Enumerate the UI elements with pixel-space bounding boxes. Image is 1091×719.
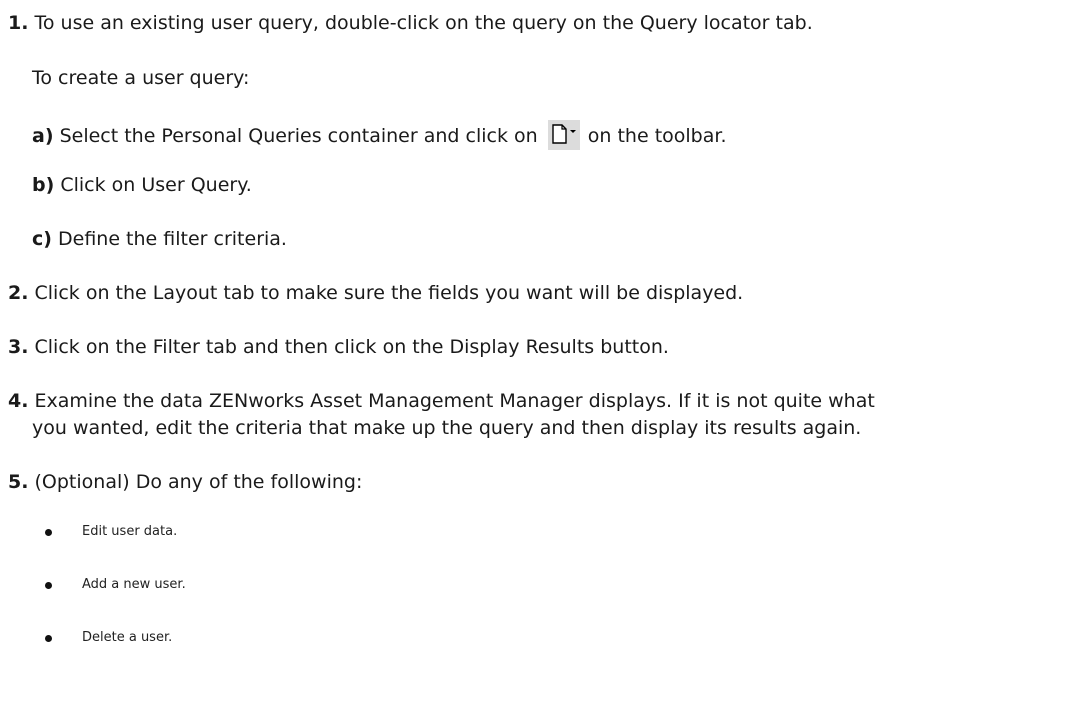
step-text: To use an existing user query, double-cl… [34,12,813,34]
step-3: 3. Click on the Filter tab and then clic… [8,335,669,359]
substep-text: Click on User Query. [60,174,252,196]
create-query-intro: To create a user query: [32,67,250,89]
step-number: 1. [8,12,29,34]
bullet-icon [45,635,52,642]
substep-letter: c) [32,228,52,250]
step-text: (Optional) Do any of the following: [34,471,363,493]
step-number: 3. [8,336,29,358]
substep-letter: b) [32,174,55,196]
substep-b: b) Click on User Query. [32,173,252,197]
bullet-icon [45,582,52,589]
bullet-item: Add a new user. [82,577,186,592]
step-5: 5. (Optional) Do any of the following: [8,470,362,494]
new-document-dropdown-icon [547,120,580,150]
step-4-continuation: you wanted, edit the criteria that make … [32,417,862,439]
step-2: 2. Click on the Layout tab to make sure … [8,281,743,305]
step-number: 5. [8,471,29,493]
bullet-item: Delete a user. [82,630,173,645]
step-number: 2. [8,282,29,304]
bullet-item: Edit user data. [82,524,178,539]
substep-letter: a) [32,125,54,147]
step-text: Examine the data ZENworks Asset Manageme… [34,390,875,412]
bullet-icon [45,529,52,536]
substep-a: a) Select the Personal Queries container… [32,120,726,150]
substep-text-after: on the toolbar. [587,125,727,147]
step-text: Click on the Filter tab and then click o… [34,336,669,358]
substep-text: Select the Personal Queries container an… [59,125,538,147]
step-1: 1. To use an existing user query, double… [8,11,813,35]
step-text: Click on the Layout tab to make sure the… [34,282,744,304]
substep-text: Define the filter criteria. [58,228,287,250]
step-4: 4. Examine the data ZENworks Asset Manag… [8,389,875,413]
instructions-document: 1. To use an existing user query, double… [0,0,1091,719]
step-number: 4. [8,390,29,412]
substep-c: c) Define the filter criteria. [32,227,287,251]
